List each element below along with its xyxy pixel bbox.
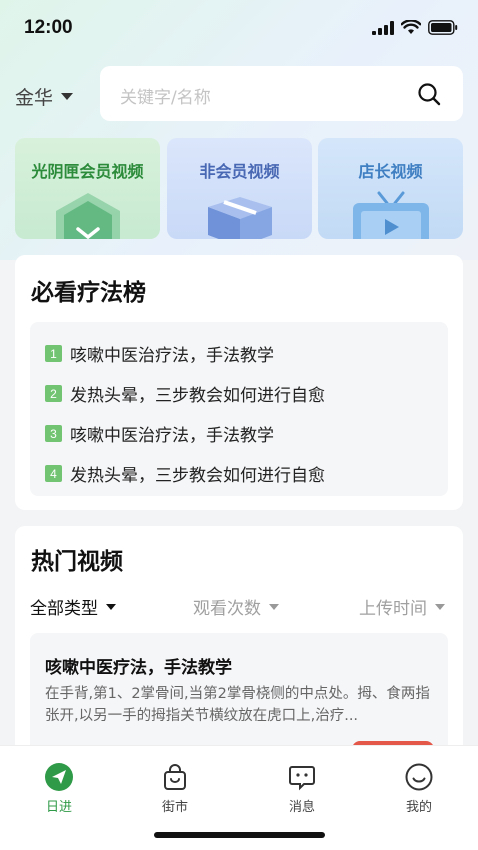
- filter-label: 观看次数: [193, 599, 261, 619]
- tab-profile[interactable]: 我的: [379, 762, 459, 815]
- list-item[interactable]: 2 发热头晕，三步教会如何进行自愈: [45, 381, 325, 406]
- status-time: 12:00: [24, 17, 73, 38]
- section-title: 必看疗法榜: [31, 280, 146, 306]
- filter-label: 上传时间: [359, 599, 427, 619]
- chevron-down-icon: [435, 603, 445, 610]
- status-icons: [372, 20, 458, 35]
- tab-label: 消息: [288, 800, 315, 815]
- category-non-member-videos[interactable]: 非会员视频: [167, 138, 312, 239]
- tab-rijin[interactable]: 日进: [19, 762, 99, 815]
- must-watch-ranking: 必看疗法榜 1 咳嗽中医治疗法，手法教学 2 发热头晕，三步教会如何进行自愈 3…: [15, 255, 463, 510]
- filter-label: 全部类型: [30, 599, 98, 619]
- chevron-down-icon: [61, 93, 74, 100]
- filter-type[interactable]: 全部类型: [30, 594, 116, 619]
- home-indicator: [154, 832, 325, 838]
- tv-icon: [352, 191, 429, 239]
- gift-box-icon: [207, 197, 272, 239]
- tab-messages[interactable]: 消息: [262, 762, 342, 815]
- category-label: 非会员视频: [199, 162, 280, 181]
- rank-badge: 3: [45, 425, 62, 442]
- status-bar: 12:00: [0, 0, 478, 56]
- message-icon: [289, 766, 315, 791]
- section-title: 热门视频: [31, 549, 123, 575]
- list-item[interactable]: 3 咳嗽中医治疗法，手法教学: [45, 421, 274, 446]
- signal-icon: [372, 20, 394, 35]
- search-icon[interactable]: [417, 82, 441, 106]
- tab-label: 我的: [405, 800, 432, 815]
- filter-bar: 全部类型 观看次数 上传时间: [15, 594, 463, 619]
- rank-title: 咳嗽中医治疗法，手法教学: [70, 426, 274, 446]
- send-icon: [45, 763, 73, 791]
- city-selector[interactable]: 金华: [15, 83, 74, 110]
- category-row: 光阴匣会员视频 非会员视频 店长视频: [15, 138, 463, 239]
- search-placeholder: 关键字/名称: [120, 88, 211, 108]
- filter-views[interactable]: 观看次数: [193, 594, 279, 619]
- ranking-list: 1 咳嗽中医治疗法，手法教学 2 发热头晕，三步教会如何进行自愈 3 咳嗽中医治…: [30, 322, 448, 496]
- rank-badge: 2: [45, 385, 62, 402]
- search-row: 金华 关键字/名称: [0, 66, 478, 122]
- category-manager-videos[interactable]: 店长视频: [318, 138, 463, 239]
- filter-upload-time[interactable]: 上传时间: [359, 594, 445, 619]
- rank-title: 发热头晕，三步教会如何进行自愈: [70, 386, 325, 406]
- city-name: 金华: [15, 87, 54, 109]
- search-input[interactable]: 关键字/名称: [100, 66, 463, 121]
- category-label: 店长视频: [358, 162, 423, 181]
- rank-badge: 1: [45, 345, 62, 362]
- tab-label: 街市: [161, 800, 188, 815]
- tab-market[interactable]: 街市: [135, 762, 215, 815]
- video-description: 在手背,第1、2掌骨间,当第2掌骨桡侧的中点处。拇、食两指张开,以另一手的拇指关…: [45, 686, 430, 724]
- rank-title: 发热头晕，三步教会如何进行自愈: [70, 466, 325, 486]
- video-title: 咳嗽中医疗法，手法教学: [45, 658, 232, 678]
- tab-label: 日进: [45, 800, 72, 815]
- chevron-down-icon: [106, 603, 116, 610]
- gem-shield-icon: [55, 193, 120, 239]
- hot-videos-section: 热门视频 全部类型 观看次数 上传时间 咳嗽中医疗法，手法教学 在手背,第1、2…: [15, 526, 463, 773]
- rank-title: 咳嗽中医治疗法，手法教学: [70, 346, 274, 366]
- category-member-videos[interactable]: 光阴匣会员视频: [15, 138, 160, 239]
- list-item[interactable]: 1 咳嗽中医治疗法，手法教学: [45, 341, 274, 366]
- shopping-bag-icon: [164, 764, 186, 790]
- category-label: 光阴匣会员视频: [31, 162, 144, 181]
- chevron-down-icon: [269, 603, 279, 610]
- wifi-icon: [401, 20, 421, 34]
- list-item[interactable]: 4 发热头晕，三步教会如何进行自愈: [45, 461, 325, 486]
- rank-badge: 4: [45, 465, 62, 482]
- smile-icon: [405, 763, 433, 791]
- battery-icon: [428, 20, 458, 35]
